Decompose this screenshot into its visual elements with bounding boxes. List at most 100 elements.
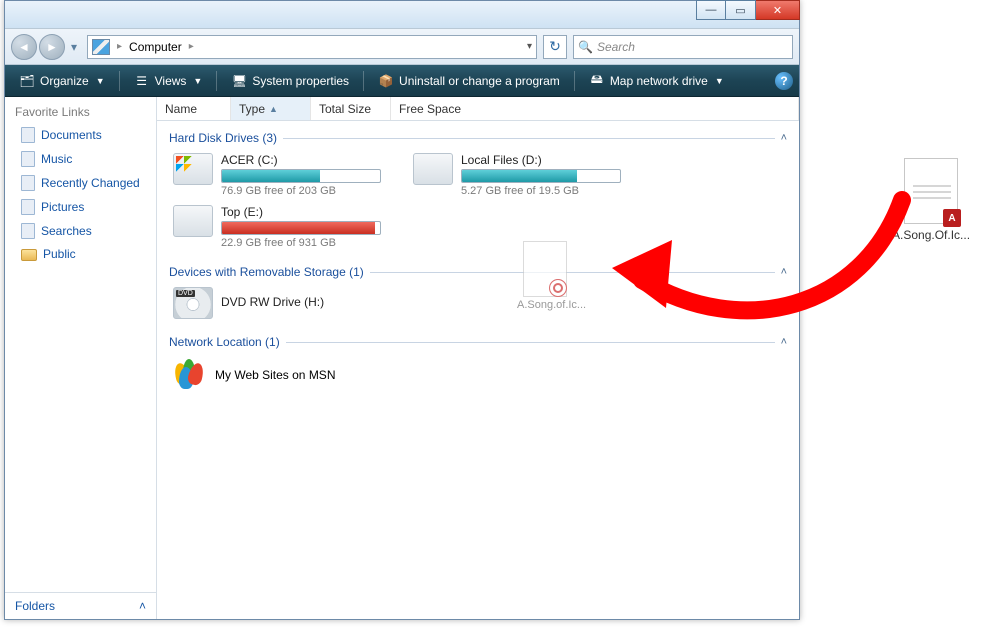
computer-icon: 🖥 <box>231 73 247 89</box>
body: Favorite Links Documents Music Recently … <box>5 97 799 619</box>
group-removable-header[interactable]: Devices with Removable Storage (1) ˄ <box>169 259 787 283</box>
drive-info: Top (E:) 22.9 GB free of 931 GB <box>221 205 381 249</box>
column-headers: Name Type ▲ Total Size Free Space <box>157 97 799 121</box>
searches-icon <box>21 223 35 239</box>
pictures-icon <box>21 199 35 215</box>
explorer-window: — ▭ ✕ ◄ ► ▾ ▸ Computer ▸ ▾ ↻ 🔍 Search 🗂 … <box>4 0 800 620</box>
drive-info: DVD RW Drive (H:) <box>221 287 373 311</box>
sidebar-item-searches[interactable]: Searches <box>5 219 156 243</box>
close-button[interactable]: ✕ <box>756 0 800 20</box>
organize-button[interactable]: 🗂 Organize ▼ <box>11 70 113 92</box>
sidebar-item-recent[interactable]: Recently Changed <box>5 171 156 195</box>
breadcrumb-sep-icon[interactable]: ▸ <box>186 41 197 52</box>
network-label: My Web Sites on MSN <box>215 368 335 382</box>
views-button[interactable]: ☰ Views ▼ <box>126 70 211 92</box>
usage-fill <box>222 222 375 234</box>
sidebar-item-public[interactable]: Public <box>5 243 156 265</box>
maximize-button[interactable]: ▭ <box>726 0 756 20</box>
content-scroll[interactable]: Hard Disk Drives (3) ˄ ACER (C:) 76.9 GB… <box>157 121 799 619</box>
drive-dvd[interactable]: DVD RW Drive (H:) <box>173 287 373 319</box>
group-title: Devices with Removable Storage (1) <box>169 265 364 279</box>
sidebar-item-label: Music <box>41 152 72 166</box>
divider <box>370 272 775 273</box>
removable-grid: DVD RW Drive (H:) <box>169 283 787 329</box>
sidebar-item-label: Pictures <box>41 200 84 214</box>
pdf-badge-text: A <box>948 213 955 224</box>
drive-e[interactable]: Top (E:) 22.9 GB free of 931 GB <box>173 205 373 249</box>
titlebar[interactable]: — ▭ ✕ <box>5 1 799 29</box>
sidebar-item-label: Recently Changed <box>41 176 140 190</box>
sidebar-item-label: Documents <box>41 128 102 142</box>
back-button[interactable]: ◄ <box>11 34 37 60</box>
sidebar-item-documents[interactable]: Documents <box>5 123 156 147</box>
forward-button[interactable]: ► <box>39 34 65 60</box>
help-button[interactable]: ? <box>775 72 793 90</box>
drive-d[interactable]: Local Files (D:) 5.27 GB free of 19.5 GB <box>413 153 613 197</box>
address-dropdown-icon[interactable]: ▾ <box>527 41 532 52</box>
map-network-drive-button[interactable]: 🖴 Map network drive ▼ <box>581 70 732 92</box>
sidebar-item-pictures[interactable]: Pictures <box>5 195 156 219</box>
system-properties-button[interactable]: 🖥 System properties <box>223 70 357 92</box>
drive-icon <box>173 205 213 237</box>
nav-history-dropdown[interactable]: ▾ <box>67 34 81 60</box>
drive-os-icon <box>173 153 213 185</box>
column-type[interactable]: Type ▲ <box>231 97 311 120</box>
group-network-header[interactable]: Network Location (1) ˄ <box>169 329 787 353</box>
documents-icon <box>21 127 35 143</box>
search-placeholder: Search <box>597 40 635 54</box>
chevron-down-icon: ▼ <box>96 76 105 86</box>
drive-c[interactable]: ACER (C:) 76.9 GB free of 203 GB <box>173 153 373 197</box>
address-bar[interactable]: ▸ Computer ▸ ▾ <box>87 35 537 59</box>
organize-icon: 🗂 <box>19 73 35 89</box>
column-free-space[interactable]: Free Space <box>391 97 799 120</box>
breadcrumb-sep-icon: ▸ <box>114 41 125 52</box>
refresh-icon: ↻ <box>549 38 561 55</box>
desktop-file-pdf[interactable]: A A.Song.Of.Ic... <box>892 158 970 242</box>
breadcrumb-location[interactable]: Computer <box>129 40 182 54</box>
help-icon: ? <box>780 74 787 88</box>
group-hdd-header[interactable]: Hard Disk Drives (3) ˄ <box>169 125 787 149</box>
computer-icon <box>92 39 110 55</box>
chevron-down-icon: ▼ <box>715 76 724 86</box>
drive-icon <box>413 153 453 185</box>
col-label: Free Space <box>399 102 461 116</box>
drive-subtext: 76.9 GB free of 203 GB <box>221 185 381 197</box>
music-icon <box>21 151 35 167</box>
uninstall-label: Uninstall or change a program <box>399 74 560 88</box>
usage-bar <box>221 221 381 235</box>
sidebar-item-music[interactable]: Music <box>5 147 156 171</box>
column-total-size[interactable]: Total Size <box>311 97 391 120</box>
folders-pane-toggle[interactable]: Folders ˄ <box>5 592 156 619</box>
refresh-button[interactable]: ↻ <box>543 35 567 59</box>
sidebar: Favorite Links Documents Music Recently … <box>5 97 157 619</box>
organize-label: Organize <box>40 74 89 88</box>
usage-bar <box>461 169 621 183</box>
column-name[interactable]: Name <box>157 97 231 120</box>
sidebar-item-label: Searches <box>41 224 92 238</box>
drive-label: ACER (C:) <box>221 153 381 167</box>
nav-bar: ◄ ► ▾ ▸ Computer ▸ ▾ ↻ 🔍 Search <box>5 29 799 65</box>
minimize-button[interactable]: — <box>696 0 726 20</box>
collapse-icon[interactable]: ˄ <box>781 336 787 348</box>
hdd-grid: ACER (C:) 76.9 GB free of 203 GB Local F… <box>169 149 787 259</box>
collapse-icon[interactable]: ˄ <box>781 132 787 144</box>
col-label: Name <box>165 102 197 116</box>
drive-subtext: 22.9 GB free of 931 GB <box>221 237 381 249</box>
divider <box>286 342 775 343</box>
mapdrive-label: Map network drive <box>610 74 708 88</box>
content-pane: Name Type ▲ Total Size Free Space Hard Di… <box>157 97 799 619</box>
search-box[interactable]: 🔍 Search <box>573 35 793 59</box>
usage-fill <box>462 170 577 182</box>
divider <box>283 138 775 139</box>
collapse-icon[interactable]: ˄ <box>781 266 787 278</box>
col-label: Type <box>239 102 265 116</box>
command-bar: 🗂 Organize ▼ ☰ Views ▼ 🖥 System properti… <box>5 65 799 97</box>
sysprops-label: System properties <box>252 74 349 88</box>
uninstall-program-button[interactable]: 📦 Uninstall or change a program <box>370 70 568 92</box>
folder-icon <box>21 249 37 261</box>
sort-asc-icon: ▲ <box>269 104 278 114</box>
usage-bar <box>221 169 381 183</box>
network-location-msn[interactable]: My Web Sites on MSN <box>169 353 787 397</box>
folders-label: Folders <box>15 599 55 613</box>
drive-label: Local Files (D:) <box>461 153 621 167</box>
